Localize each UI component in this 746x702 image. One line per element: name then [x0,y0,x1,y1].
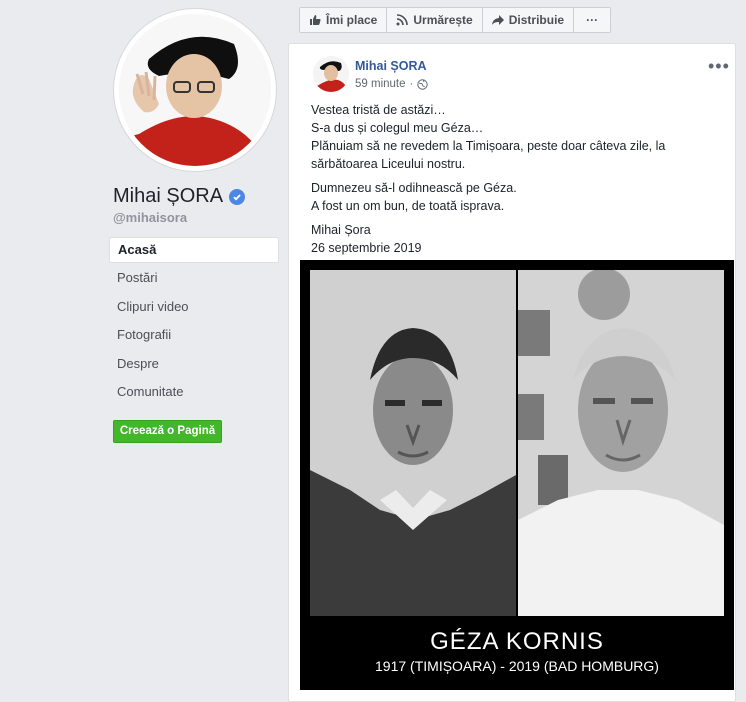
nav-item-acasa[interactable]: Acasă [109,237,279,263]
post-line: Mihai Șora [311,223,371,237]
globe-icon [417,78,429,90]
rss-follow-icon [396,14,409,26]
sidebar-nav: Acasă Postări Clipuri video Fotografii D… [109,237,279,407]
post-line: 26 septembrie 2019 [311,241,422,255]
create-page-button[interactable]: Creează o Pagină [113,420,222,443]
post-line: S-a dus și colegul meu Géza… [311,121,484,135]
left-sidebar: Mihai ȘORA @mihaisora Acasă Postări Clip… [0,0,290,700]
profile-avatar[interactable] [114,9,276,171]
post-author-avatar[interactable] [313,56,349,92]
post-line: Dumnezeu să-l odihnească pe Géza. [311,181,517,195]
like-button[interactable]: Îmi place [300,8,388,32]
post-paragraph-3: Mihai Șora 26 septembrie 2019 [311,221,721,257]
share-label: Distribuie [508,13,565,27]
post-paragraph-1: Vestea tristă de astăzi… S-a dus și cole… [311,101,721,173]
old-portrait [518,270,724,616]
post-line: Vestea tristă de astăzi… [311,103,446,117]
share-button[interactable]: Distribuie [483,8,575,32]
nav-item-clipuri-video[interactable]: Clipuri video [109,294,279,320]
nav-item-postari[interactable]: Postări [109,265,279,291]
post-image[interactable]: GÉZA KORNIS 1917 (TIMIȘOARA) - 2019 (BAD… [300,260,734,690]
image-caption-subtitle: 1917 (TIMIȘOARA) - 2019 (BAD HOMBURG) [375,658,659,674]
post-timestamp: 59 minute · [355,78,429,90]
post-line: sărbătoarea Liceului nostru. [311,157,466,171]
page-name: Mihai ȘORA [113,185,246,208]
thumbs-up-icon [310,15,321,25]
nav-item-fotografii[interactable]: Fotografii [109,322,279,348]
follow-label: Urmărește [413,13,473,27]
page-actions-bar: Îmi place Urmărește Distribuie ··· [299,7,612,33]
post-paragraph-2: Dumnezeu să-l odihnească pe Géza. A fost… [311,179,721,215]
page-handle: @mihaisora [113,210,188,225]
post-time-text[interactable]: 59 minute [355,78,406,90]
page-name-text: Mihai ȘORA [113,185,224,207]
like-label: Îmi place [326,13,378,27]
post-line: Plănuiam să ne revedem la Timișoara, pes… [311,139,666,153]
post-options-icon[interactable]: ••• [708,56,730,77]
profile-photo [119,14,271,166]
post-line: A fost un om bun, de toată isprava. [311,199,505,213]
share-arrow-icon [491,15,504,25]
nav-item-despre[interactable]: Despre [109,351,279,377]
post-author-name[interactable]: Mihai ȘORA [355,59,427,73]
young-portrait [310,270,516,616]
follow-button[interactable]: Urmărește [387,8,483,32]
verified-badge-icon [229,188,246,205]
separator-dot: · [409,78,414,90]
nav-item-comunitate[interactable]: Comunitate [109,379,279,405]
image-caption-title: GÉZA KORNIS [430,628,604,655]
post-text: Vestea tristă de astăzi… S-a dus și cole… [311,101,721,263]
more-actions-button[interactable]: ··· [574,8,610,32]
